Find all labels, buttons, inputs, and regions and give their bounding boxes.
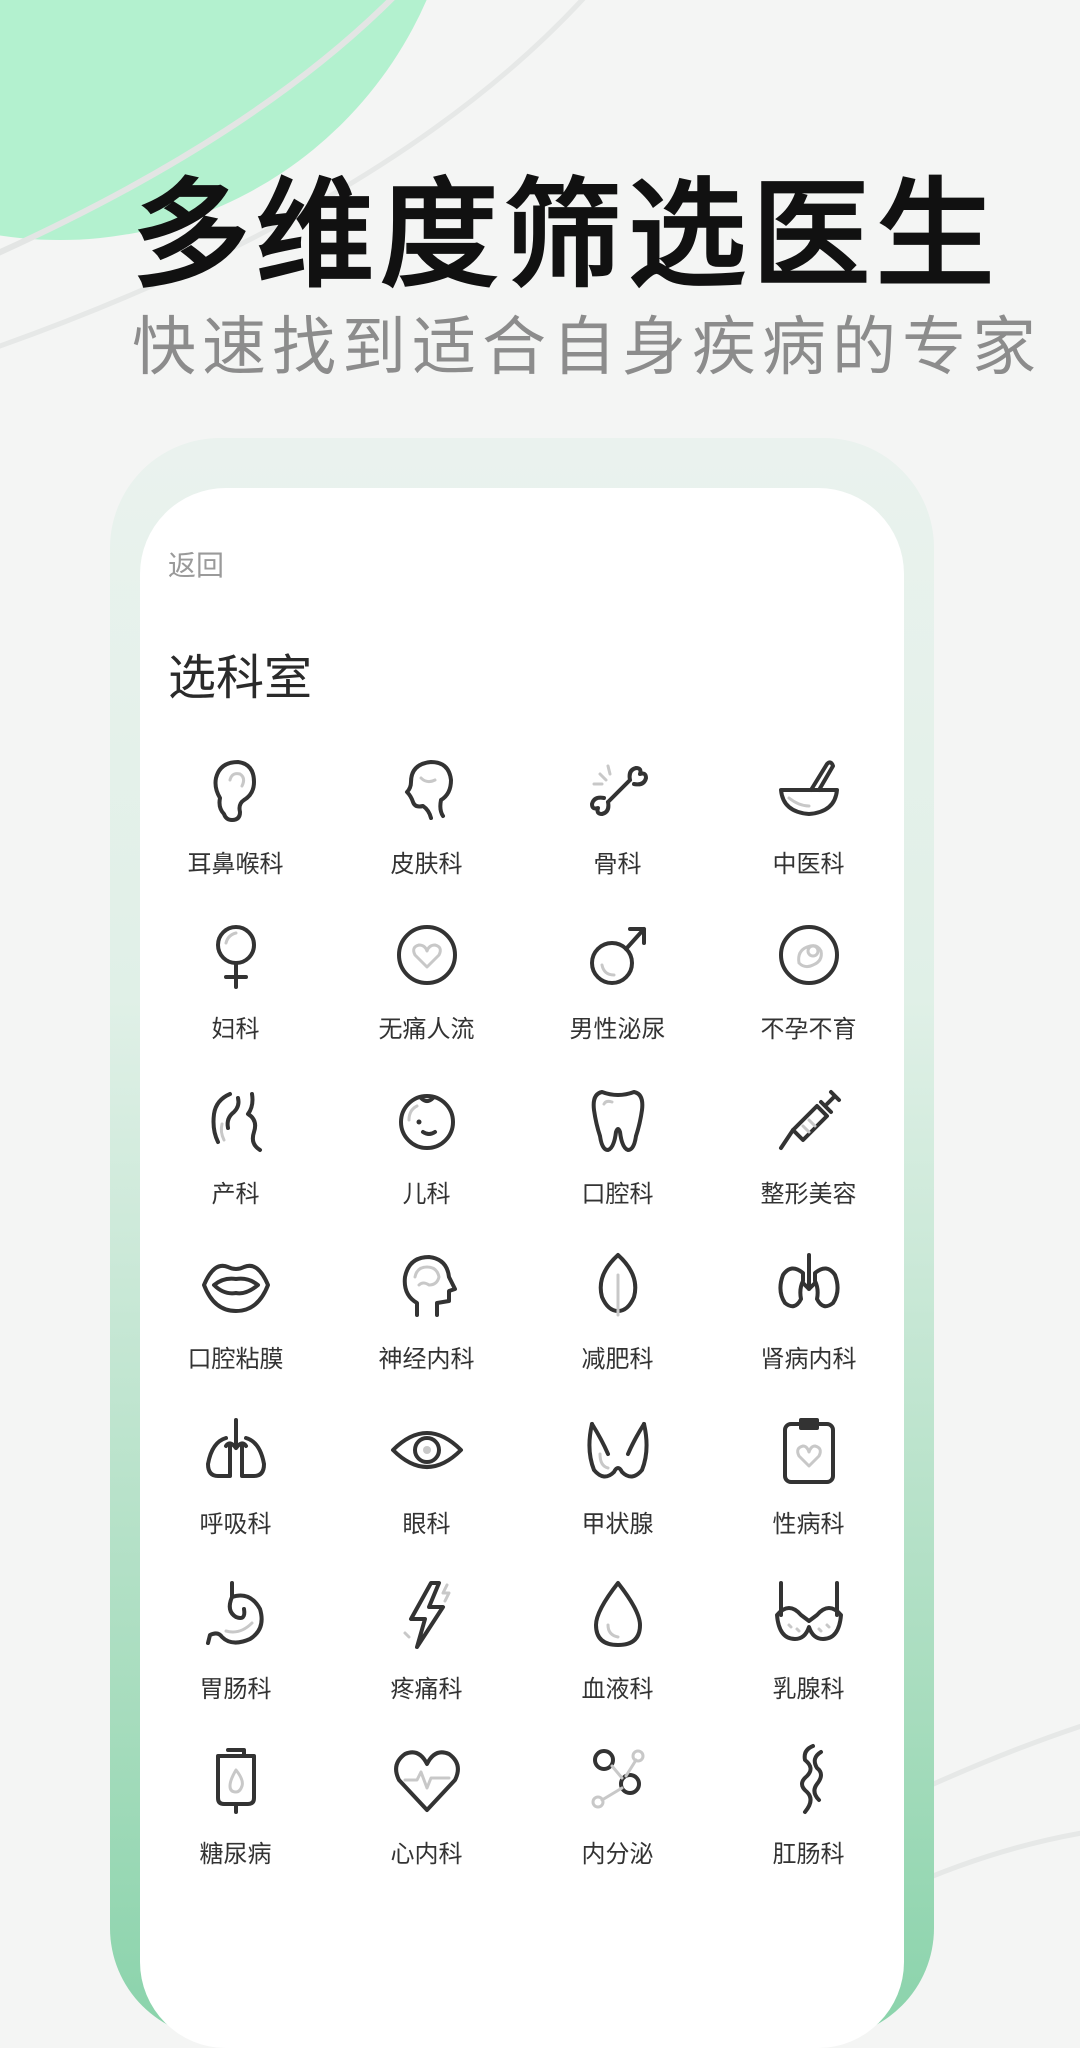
heart-circle-icon xyxy=(396,925,457,985)
department-item[interactable]: 骨科 xyxy=(522,750,713,915)
department-grid: 耳鼻喉科 皮肤科 骨科 中医科 妇科 无痛人流 男性泌尿 不孕不育 产科 儿科 … xyxy=(140,750,904,1905)
department-label: 心内科 xyxy=(390,1840,463,1868)
department-item[interactable]: 甲状腺 xyxy=(522,1410,713,1575)
department-label: 口腔科 xyxy=(581,1180,654,1208)
department-label: 乳腺科 xyxy=(772,1675,845,1703)
intestine-icon xyxy=(799,1744,823,1814)
head-brain-icon xyxy=(402,1255,457,1317)
department-label: 中医科 xyxy=(772,850,845,878)
department-item[interactable]: 不孕不育 xyxy=(713,915,904,1080)
leaf-icon xyxy=(598,1253,637,1317)
heart-pulse-icon xyxy=(393,1750,460,1812)
department-item[interactable]: 内分泌 xyxy=(522,1740,713,1905)
department-label: 肾病内科 xyxy=(760,1345,857,1373)
department-label: 性病科 xyxy=(772,1510,845,1538)
department-label: 不孕不育 xyxy=(760,1015,857,1043)
eye-icon xyxy=(390,1431,463,1469)
department-label: 妇科 xyxy=(211,1015,260,1043)
female-symbol-icon xyxy=(215,925,256,989)
department-item[interactable]: 眼科 xyxy=(331,1410,522,1575)
page-title: 选科室 xyxy=(168,650,313,706)
department-item[interactable]: 儿科 xyxy=(331,1080,522,1245)
department-item[interactable]: 中医科 xyxy=(713,750,904,915)
department-label: 糖尿病 xyxy=(199,1840,272,1868)
department-label: 产科 xyxy=(211,1180,260,1208)
department-item[interactable]: 呼吸科 xyxy=(140,1410,331,1575)
blood-drop-icon xyxy=(593,1581,642,1647)
stomach-icon xyxy=(205,1581,264,1645)
lips-icon xyxy=(201,1263,270,1313)
department-item[interactable]: 口腔科 xyxy=(522,1080,713,1245)
department-label: 减肥科 xyxy=(581,1345,654,1373)
department-item[interactable]: 耳鼻喉科 xyxy=(140,750,331,915)
baby-face-icon xyxy=(398,1094,455,1150)
department-label: 口腔粘膜 xyxy=(187,1345,284,1373)
thyroid-icon xyxy=(586,1422,649,1479)
department-item[interactable]: 妇科 xyxy=(140,915,331,1080)
department-label: 胃肠科 xyxy=(199,1675,272,1703)
nodes-icon xyxy=(591,1749,644,1809)
department-label: 整形美容 xyxy=(760,1180,857,1208)
bone-icon xyxy=(589,764,648,816)
mortar-pestle-icon xyxy=(778,760,839,816)
department-item[interactable]: 血液科 xyxy=(522,1575,713,1740)
kidneys-icon xyxy=(777,1253,840,1309)
phone-screen: 返回 选科室 耳鼻喉科 皮肤科 骨科 中医科 妇科 无痛人流 男性泌尿 不孕不育… xyxy=(140,488,904,2048)
bra-icon xyxy=(774,1581,843,1641)
department-item[interactable]: 神经内科 xyxy=(331,1245,522,1410)
department-label: 皮肤科 xyxy=(390,850,463,878)
department-label: 内分泌 xyxy=(581,1840,654,1868)
department-item[interactable]: 减肥科 xyxy=(522,1245,713,1410)
ear-icon xyxy=(213,760,256,822)
subheadline: 快速找到适合自身疾病的专家 xyxy=(132,311,1042,385)
department-label: 无痛人流 xyxy=(378,1015,475,1043)
department-item[interactable]: 乳腺科 xyxy=(713,1575,904,1740)
department-item[interactable]: 肾病内科 xyxy=(713,1245,904,1410)
syringe-icon xyxy=(778,1090,841,1150)
department-label: 儿科 xyxy=(402,1180,451,1208)
department-label: 甲状腺 xyxy=(581,1510,654,1538)
lightning-icon xyxy=(403,1581,450,1649)
department-label: 肛肠科 xyxy=(772,1840,845,1868)
department-item[interactable]: 糖尿病 xyxy=(140,1740,331,1905)
department-label: 疼痛科 xyxy=(390,1675,463,1703)
face-profile-icon xyxy=(404,760,453,820)
back-button[interactable]: 返回 xyxy=(168,544,224,584)
lungs-icon xyxy=(205,1418,266,1478)
department-label: 神经内科 xyxy=(378,1345,475,1373)
headline: 多维度筛选医生 xyxy=(132,166,1001,304)
department-item[interactable]: 无痛人流 xyxy=(331,915,522,1080)
iv-bag-icon xyxy=(215,1748,256,1814)
tooth-icon xyxy=(591,1090,644,1152)
department-item[interactable]: 疼痛科 xyxy=(331,1575,522,1740)
department-label: 血液科 xyxy=(581,1675,654,1703)
department-item[interactable]: 心内科 xyxy=(331,1740,522,1905)
baby-circle-icon xyxy=(778,925,839,985)
department-item[interactable]: 胃肠科 xyxy=(140,1575,331,1740)
clipboard-heart-icon xyxy=(782,1418,835,1484)
department-item[interactable]: 整形美容 xyxy=(713,1080,904,1245)
department-item[interactable]: 性病科 xyxy=(713,1410,904,1575)
pregnancy-icon xyxy=(211,1092,262,1152)
department-label: 呼吸科 xyxy=(199,1510,272,1538)
department-label: 耳鼻喉科 xyxy=(187,850,284,878)
department-item[interactable]: 肛肠科 xyxy=(713,1740,904,1905)
department-label: 眼科 xyxy=(402,1510,451,1538)
department-item[interactable]: 皮肤科 xyxy=(331,750,522,915)
department-item[interactable]: 产科 xyxy=(140,1080,331,1245)
department-item[interactable]: 男性泌尿 xyxy=(522,915,713,1080)
department-label: 男性泌尿 xyxy=(569,1015,666,1043)
department-label: 骨科 xyxy=(593,850,642,878)
male-symbol-icon xyxy=(589,927,646,985)
department-item[interactable]: 口腔粘膜 xyxy=(140,1245,331,1410)
